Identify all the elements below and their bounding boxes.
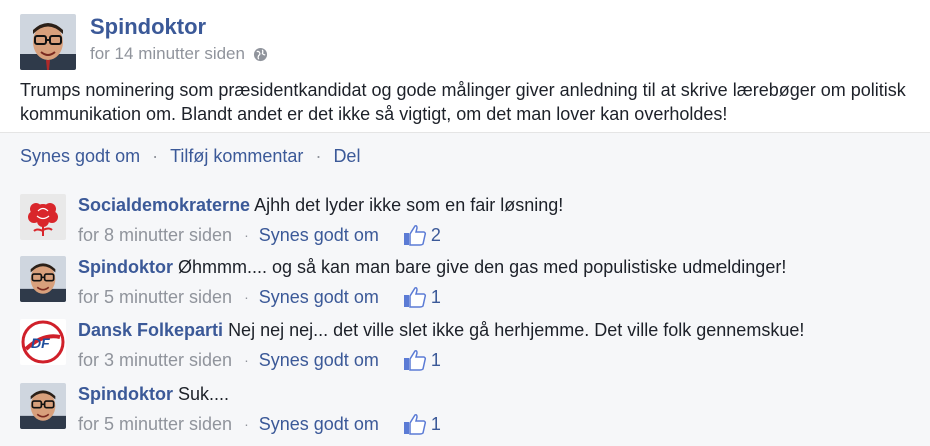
spindoktor-avatar[interactable] <box>20 383 66 429</box>
spindoktor-avatar[interactable] <box>20 256 66 302</box>
post-meta: for 14 minutter siden <box>90 44 268 64</box>
separator-dot: · <box>244 352 249 368</box>
svg-text:DF: DF <box>31 335 50 351</box>
separator-dot: · <box>152 146 159 166</box>
comment-timestamp[interactable]: for 3 minutter siden <box>78 350 232 371</box>
comment-author[interactable]: Socialdemokraterne <box>78 195 250 215</box>
thumbs-up-icon <box>403 349 427 371</box>
like-count[interactable]: 1 <box>403 349 441 371</box>
comment: DF Dansk Folkeparti Nej nej nej... det v… <box>0 305 930 371</box>
comment-like-link[interactable]: Synes godt om <box>259 350 379 371</box>
comment-list: Socialdemokraterne Ajhh det lyder ikke s… <box>0 180 930 446</box>
post-actions-bar: Synes godt om · Tilføj kommentar · Del <box>0 132 930 181</box>
comment-author[interactable]: Dansk Folkeparti <box>78 320 223 340</box>
separator-dot: · <box>244 416 249 432</box>
comment-text: Ajhh det lyder ikke som en fair løsning! <box>254 195 564 215</box>
comment-text: Øhmmm.... og så kan man bare give den ga… <box>178 257 787 277</box>
post: Spindoktor for 14 minutter siden Trumps … <box>0 0 930 132</box>
comment-text: Nej nej nej... det ville slet ikke gå he… <box>228 320 805 340</box>
rose-logo-icon[interactable] <box>20 194 66 240</box>
separator-dot: · <box>315 146 322 166</box>
separator-dot: · <box>244 227 249 243</box>
like-count-value: 1 <box>430 349 441 370</box>
post-text: Trumps nominering som præsidentkandidat … <box>20 80 906 124</box>
post-timestamp[interactable]: for 14 minutter siden <box>90 44 245 64</box>
comment-timestamp[interactable]: for 5 minutter siden <box>78 414 232 435</box>
post-author[interactable]: Spindoktor <box>90 14 206 40</box>
comment-text: Suk.... <box>178 384 230 404</box>
like-link[interactable]: Synes godt om <box>20 146 140 167</box>
like-count-value: 1 <box>430 413 441 434</box>
add-comment-link[interactable]: Tilføj kommentar <box>170 146 303 167</box>
comment-author[interactable]: Spindoktor <box>78 384 173 404</box>
thumbs-up-icon <box>403 413 427 435</box>
comment-like-link[interactable]: Synes godt om <box>259 414 379 435</box>
df-logo-icon[interactable]: DF <box>20 319 66 365</box>
comment: Spindoktor Suk.... for 5 minutter siden … <box>0 369 930 435</box>
separator-dot: · <box>244 289 249 305</box>
comment: Spindoktor Øhmmm.... og så kan man bare … <box>0 242 930 308</box>
comment-author[interactable]: Spindoktor <box>78 257 173 277</box>
like-count[interactable]: 1 <box>403 413 441 435</box>
share-link[interactable]: Del <box>333 146 360 167</box>
author-avatar[interactable] <box>20 14 76 70</box>
comment: Socialdemokraterne Ajhh det lyder ikke s… <box>0 180 930 246</box>
globe-icon[interactable] <box>253 47 268 62</box>
